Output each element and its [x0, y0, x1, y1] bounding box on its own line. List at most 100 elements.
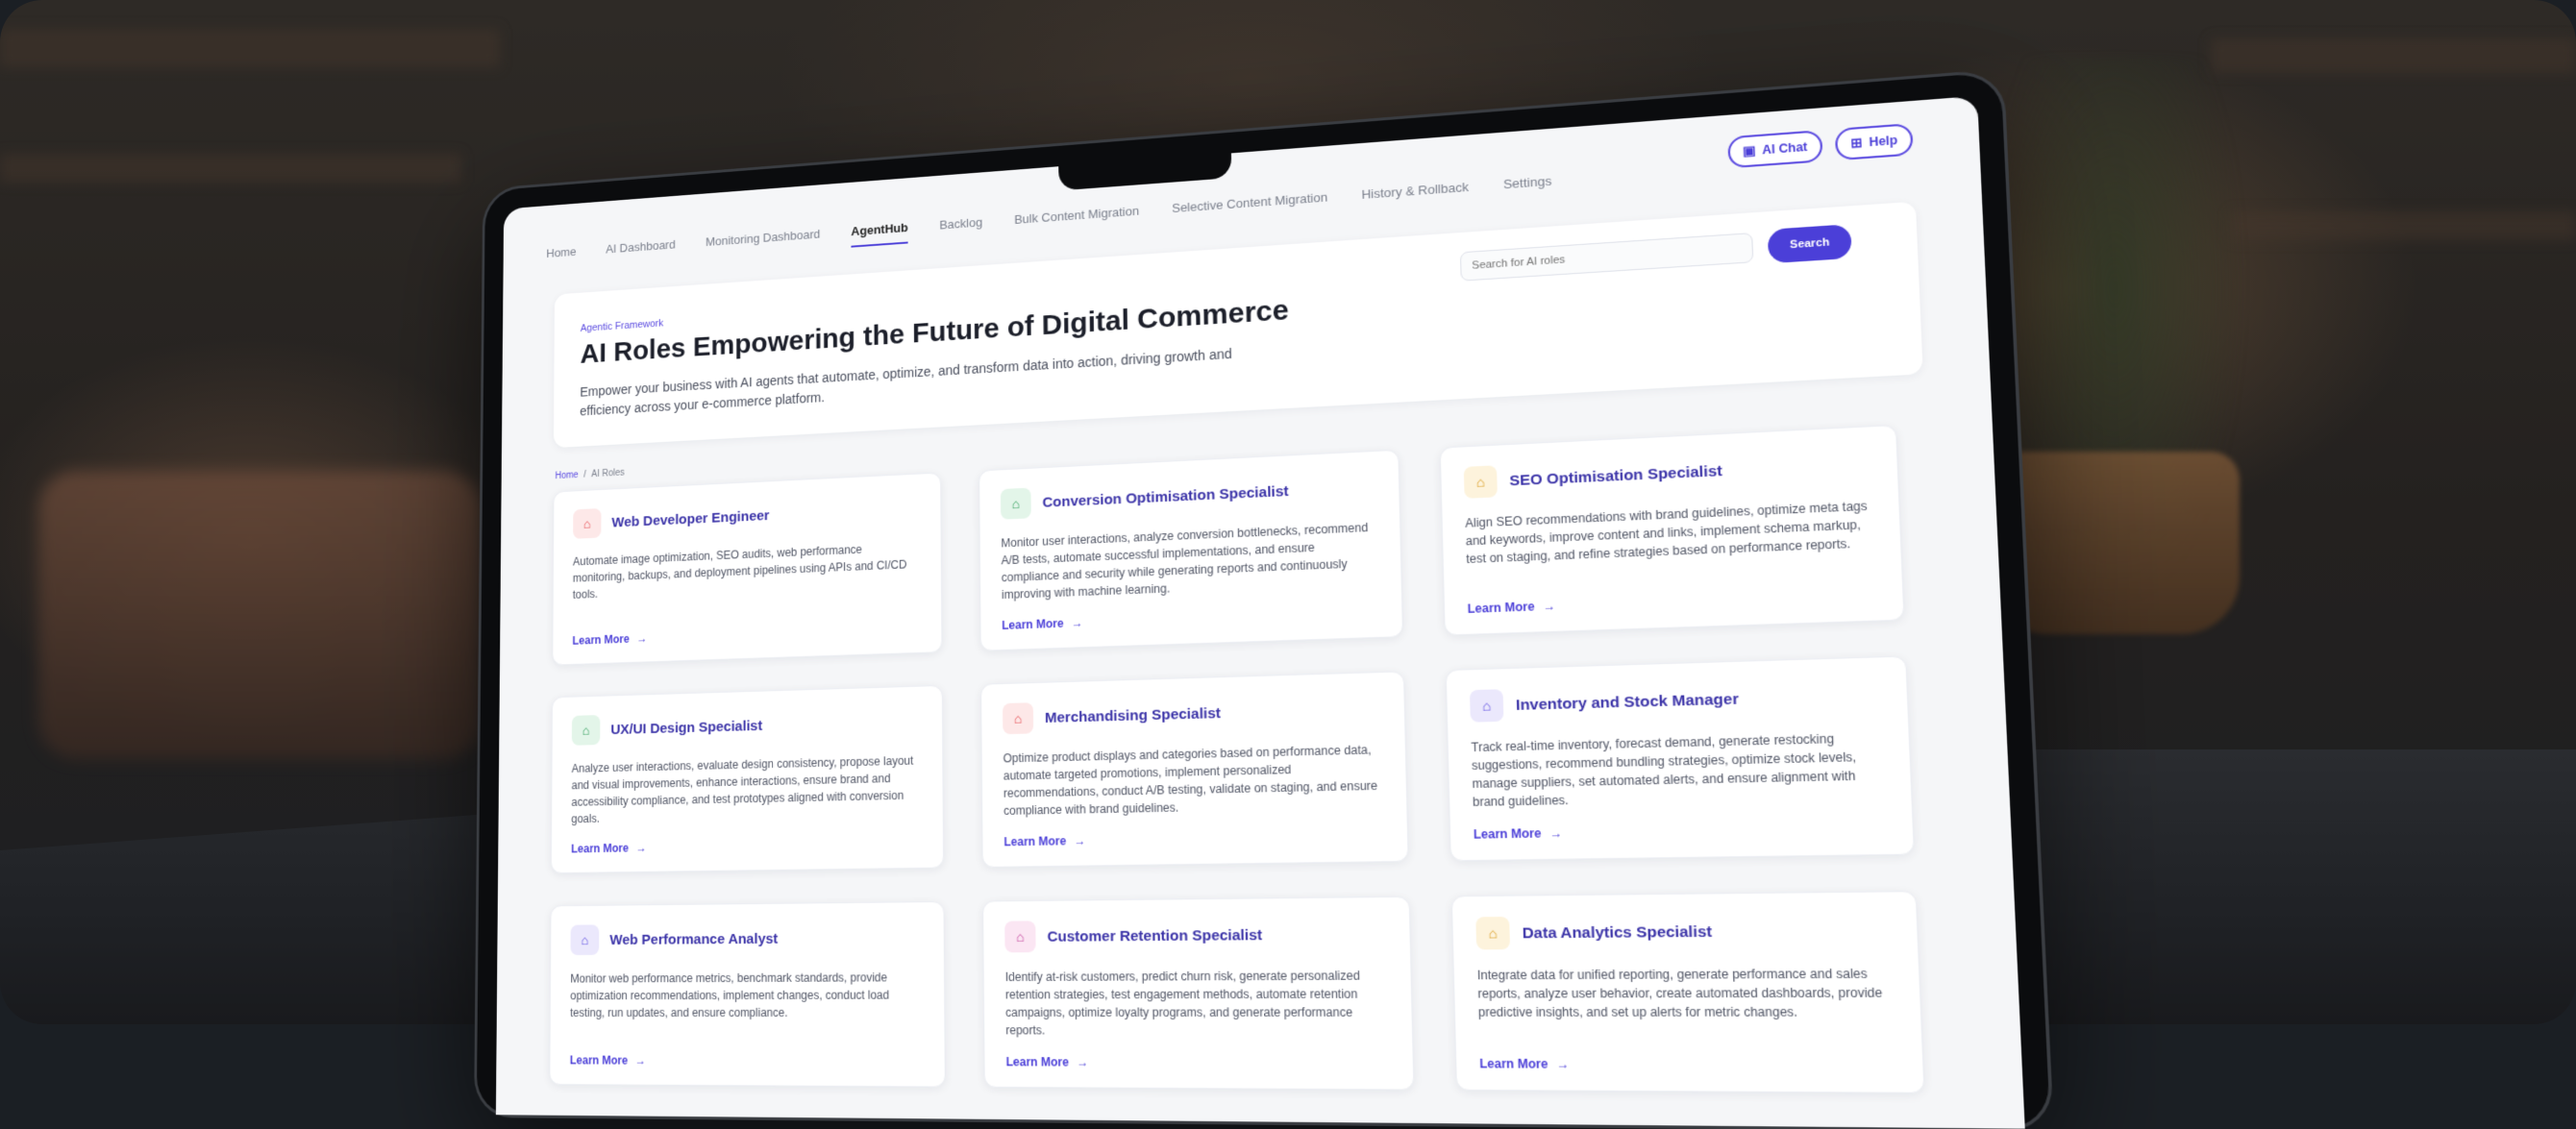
robot-icon: ⌂: [1475, 917, 1511, 950]
tab-ai-dashboard[interactable]: AI Dashboard: [606, 237, 676, 265]
robot-icon: ⌂: [571, 715, 601, 746]
learn-more-link[interactable]: Learn More →: [1002, 616, 1083, 632]
learn-more-link[interactable]: Learn More →: [1479, 1057, 1570, 1071]
learn-more-label: Learn More: [571, 841, 630, 856]
arrow-right-icon: →: [636, 631, 648, 646]
role-card[interactable]: ⌂ Web Performance Analyst Monitor web perf…: [549, 900, 946, 1088]
background-shelf: [2211, 38, 2576, 73]
tab-settings[interactable]: Settings: [1503, 173, 1552, 201]
role-card-title: SEO Optimisation Specialist: [1509, 461, 1723, 489]
laptop: Home AI Dashboard Monitoring Dashboard Agen…: [476, 71, 2051, 1129]
learn-more-label: Learn More: [569, 1053, 629, 1068]
learn-more-link[interactable]: Learn More →: [1003, 834, 1085, 849]
role-card[interactable]: ⌂ Inventory and Stock Manager Track real-t…: [1445, 655, 1916, 862]
background-plant-pot: [1990, 452, 2240, 634]
help-button[interactable]: ⊞ Help: [1834, 122, 1914, 161]
learn-more-label: Learn More: [1003, 834, 1067, 849]
search-button[interactable]: Search: [1768, 224, 1852, 264]
tab-home[interactable]: Home: [546, 244, 576, 269]
learn-more-label: Learn More: [1467, 599, 1535, 617]
role-card[interactable]: ⌂ Conversion Optimisation Specialist Monit…: [978, 449, 1404, 651]
learn-more-label: Learn More: [1005, 1054, 1070, 1069]
breadcrumb-home[interactable]: Home: [555, 470, 578, 481]
role-card-header: ⌂ Customer Retention Specialist: [1004, 918, 1387, 953]
arrow-right-icon: →: [1549, 825, 1563, 841]
learn-more-link[interactable]: Learn More →: [571, 841, 647, 855]
arrow-right-icon: →: [634, 1053, 646, 1068]
robot-icon: ⌂: [1004, 920, 1036, 953]
learn-more-label: Learn More: [572, 632, 630, 648]
background-shelf: [0, 154, 461, 183]
role-card-header: ⌂ Inventory and Stock Manager: [1469, 678, 1883, 723]
role-card-header: ⌂ Merchandising Specialist: [1003, 693, 1382, 735]
role-card[interactable]: ⌂ UX/UI Design Specialist Analyze user int…: [550, 684, 945, 874]
learn-more-label: Learn More: [1473, 825, 1542, 842]
arrow-right-icon: →: [1071, 616, 1083, 630]
learn-more-link[interactable]: Learn More →: [572, 631, 647, 647]
learn-more-link[interactable]: Learn More →: [570, 1054, 646, 1068]
breadcrumb-current: AI Roles: [591, 467, 625, 480]
role-card-title: Conversion Optimisation Specialist: [1042, 482, 1289, 511]
learn-more-link[interactable]: Learn More →: [1006, 1055, 1089, 1069]
tab-agenthub[interactable]: AgentHub: [851, 219, 908, 248]
role-card-header: ⌂ Web Performance Analyst: [570, 921, 924, 956]
ai-chat-label: AI Chat: [1762, 139, 1808, 158]
nav-actions: ▣ AI Chat ⊞ Help: [1726, 122, 1914, 169]
chat-icon: ▣: [1742, 142, 1757, 159]
breadcrumb-separator: /: [583, 469, 586, 480]
role-card-header: ⌂ Web Developer Engineer: [573, 493, 920, 539]
role-card[interactable]: ⌂ Data Analytics Specialist Integrate data…: [1450, 891, 1925, 1093]
role-card-header: ⌂ SEO Optimisation Specialist: [1463, 448, 1873, 499]
tab-bulk-content-migration[interactable]: Bulk Content Migration: [1014, 203, 1139, 235]
role-card-header: ⌂ Conversion Optimisation Specialist: [1000, 471, 1376, 520]
arrow-right-icon: →: [1077, 1055, 1089, 1069]
tab-monitoring-dashboard[interactable]: Monitoring Dashboard: [706, 227, 820, 258]
ai-chat-button[interactable]: ▣ AI Chat: [1726, 130, 1823, 169]
background-shelf: [0, 29, 500, 67]
background-shelf: [2230, 211, 2576, 240]
role-card-description: Track real-time inventory, forecast dema…: [1471, 731, 1857, 810]
robot-icon: ⌂: [1000, 487, 1031, 520]
role-card[interactable]: ⌂ Web Developer Engineer Automate image op…: [552, 472, 943, 666]
role-card-title: Inventory and Stock Manager: [1515, 690, 1740, 714]
tab-selective-content-migration[interactable]: Selective Content Migration: [1172, 189, 1327, 224]
search-bar: Search: [1460, 224, 1852, 283]
tab-history-rollback[interactable]: History & Rollback: [1361, 179, 1469, 210]
tab-backlog[interactable]: Backlog: [939, 214, 982, 240]
role-card[interactable]: ⌂ SEO Optimisation Specialist Align SEO re…: [1439, 424, 1905, 636]
role-card-title: Merchandising Specialist: [1044, 704, 1222, 726]
role-card-header: ⌂ Data Analytics Specialist: [1475, 913, 1893, 950]
learn-more-link[interactable]: Learn More →: [1474, 826, 1563, 842]
arrow-right-icon: →: [1074, 833, 1086, 848]
arrow-right-icon: →: [1543, 599, 1556, 614]
role-card-title: UX/UI Design Specialist: [610, 717, 763, 738]
learn-more-label: Learn More: [1002, 616, 1064, 633]
hero-eyebrow: Agentic Framework: [580, 317, 664, 334]
roles-grid: ⌂ Web Developer Engineer Automate image op…: [549, 423, 1954, 1093]
role-card-description: Optimize product displays and categories…: [1003, 743, 1378, 818]
breadcrumb: Home / AI Roles: [555, 468, 624, 481]
role-card-header: ⌂ UX/UI Design Specialist: [571, 706, 922, 746]
robot-icon: ⌂: [1469, 689, 1504, 723]
robot-icon: ⌂: [570, 924, 600, 956]
help-label: Help: [1869, 133, 1898, 150]
search-input[interactable]: [1460, 233, 1754, 282]
role-card-description: Monitor web performance metrics, benchma…: [570, 970, 890, 1019]
robot-icon: ⌂: [1463, 465, 1498, 499]
role-card-description: Monitor user interactions, analyze conve…: [1001, 520, 1369, 602]
help-icon: ⊞: [1850, 135, 1863, 151]
role-card-description: Align SEO recommendations with brand gui…: [1465, 499, 1868, 567]
role-card[interactable]: ⌂ Customer Retention Specialist Identify a…: [982, 896, 1415, 1091]
role-card-description: Analyze user interactions, evaluate desi…: [571, 753, 914, 826]
role-card-title: Web Performance Analyst: [609, 930, 779, 948]
robot-icon: ⌂: [1003, 702, 1034, 735]
learn-more-link[interactable]: Learn More →: [1468, 599, 1556, 616]
arrow-right-icon: →: [1556, 1056, 1570, 1072]
role-card[interactable]: ⌂ Merchandising Specialist Optimize produc…: [980, 671, 1409, 869]
arrow-right-icon: →: [635, 841, 647, 855]
app-screen: Home AI Dashboard Monitoring Dashboard Agen…: [495, 95, 2025, 1129]
role-card-title: Customer Retention Specialist: [1047, 926, 1263, 945]
robot-icon: ⌂: [573, 508, 602, 539]
role-card-title: Web Developer Engineer: [611, 506, 770, 530]
role-card-description: Automate image optimization, SEO audits,…: [572, 542, 907, 601]
